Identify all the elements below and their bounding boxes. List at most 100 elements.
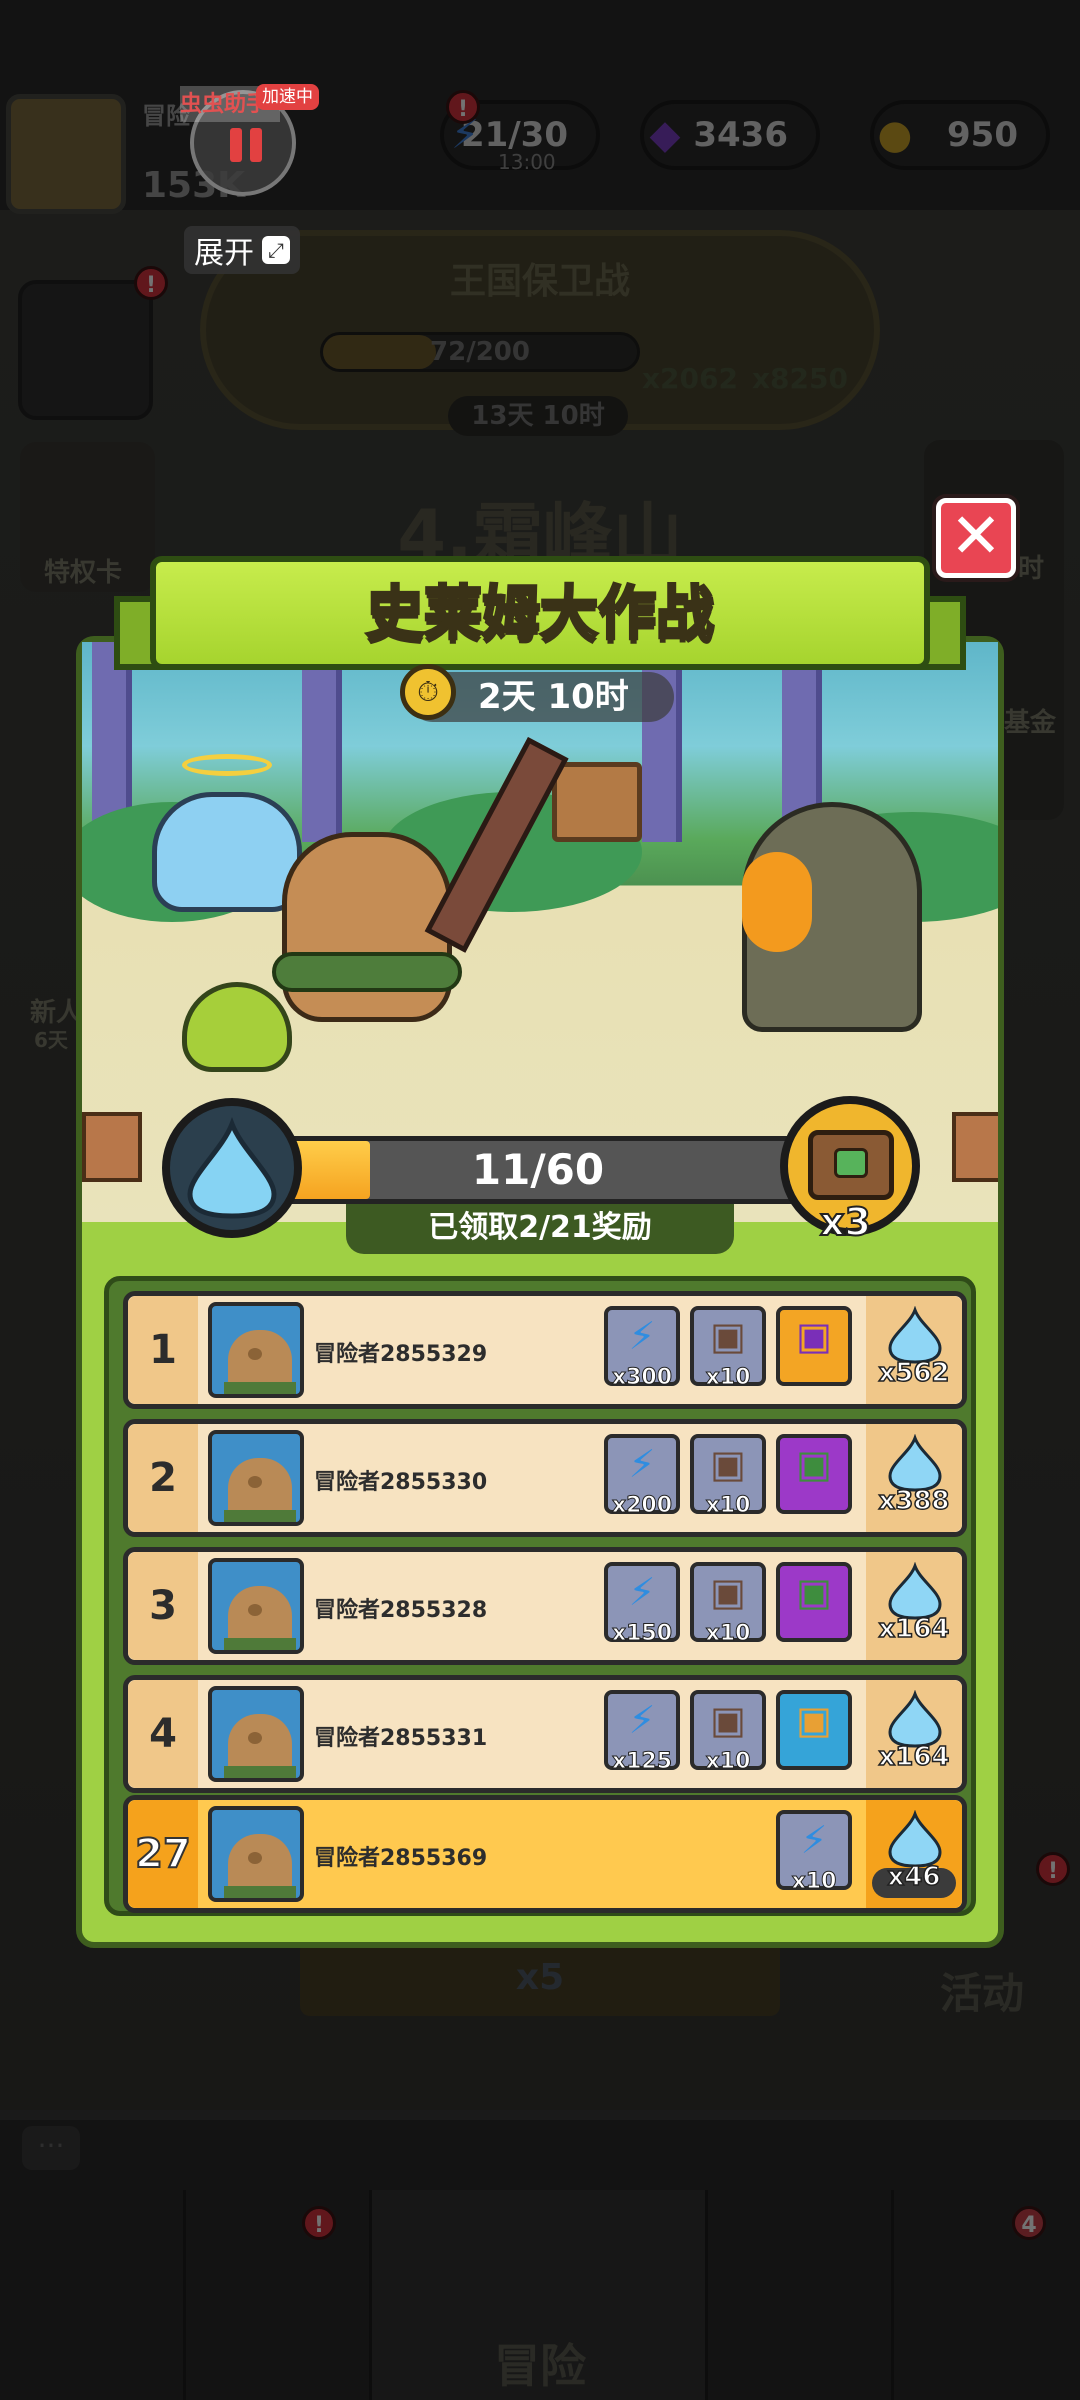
rank-number: 27 <box>128 1800 198 1908</box>
reward-quantity: x10 <box>705 1621 751 1647</box>
lightning-icon: ⚡ <box>628 1442 656 1486</box>
close-button[interactable]: ✕ <box>936 498 1016 578</box>
score-value: x562 <box>878 1357 951 1389</box>
reward-chest-grey[interactable]: ▣ x10 <box>690 1434 766 1519</box>
gem-counter[interactable]: ◆ 3436 <box>640 100 820 170</box>
coin-value: 950 <box>947 115 1018 155</box>
chest-icon: ▣ <box>796 1570 832 1614</box>
adventure-label: 冒险 <box>494 2339 586 2393</box>
player-avatar[interactable] <box>6 94 126 214</box>
score-value: x46 <box>887 1861 941 1893</box>
reward-quantity: x10 <box>791 1869 837 1895</box>
chest-icon: ▣ <box>710 1314 746 1358</box>
leaderboard-list[interactable]: 1 冒险者2855329 ⚡ x300 ▣ x10 ▣ x562 2 冒险者2855330 ⚡ x20… <box>104 1276 976 1916</box>
score-value: x164 <box>878 1613 951 1645</box>
close-icon: ✕ <box>950 499 1002 572</box>
coin-counter[interactable]: ● 950 <box>870 100 1050 170</box>
reward-quantity: x10 <box>705 1493 751 1519</box>
fund-label: 基金 <box>1004 708 1057 738</box>
reward-chest-purple[interactable]: ▣ <box>776 1434 852 1514</box>
kingdom-progress-fill <box>323 335 437 369</box>
chest-icon: ▣ <box>710 1698 746 1742</box>
reward-chest-purple[interactable]: ▣ <box>776 1562 852 1642</box>
lightning-icon: ⚡ <box>628 1314 656 1358</box>
kingdom-reward-b: x8250 <box>752 362 848 395</box>
menu-alert-badge: ! <box>134 266 168 300</box>
slime-drop-icon <box>888 1562 942 1620</box>
player-avatar[interactable] <box>208 1806 304 1902</box>
reward-quantity: x150 <box>611 1621 673 1647</box>
chest-icon: ▣ <box>796 1314 832 1358</box>
reward-chest-orange[interactable]: ▣ <box>776 1306 852 1386</box>
lightning-icon: ⚡ <box>628 1570 656 1614</box>
activity-label[interactable]: 活动 <box>940 1960 1024 2021</box>
gem-icon: ◆ <box>649 112 681 158</box>
wooden-crate <box>552 762 642 842</box>
slime-score: x562 <box>866 1296 962 1404</box>
event-title: 史莱姆大作战 <box>364 578 715 649</box>
player-name: 冒险者2855329 <box>314 1342 488 1367</box>
reward-energy[interactable]: ⚡ x200 <box>604 1434 680 1519</box>
kingdom-time-left: 13天 10时 <box>448 396 628 436</box>
player-name: 冒险者2855328 <box>314 1598 488 1623</box>
event-progress-bar: 11/60 <box>268 1136 808 1204</box>
leaderboard-row[interactable]: 4 冒险者2855331 ⚡ x125 ▣ x10 ▣ x164 <box>123 1675 967 1793</box>
my-rank-row[interactable]: 27 冒险者2855369 ⚡ x10 x46 <box>123 1795 967 1913</box>
player-avatar[interactable] <box>208 1558 304 1654</box>
player-avatar[interactable] <box>208 1430 304 1526</box>
reward-chest-blue[interactable]: ▣ <box>776 1690 852 1770</box>
chest-icon: ▣ <box>710 1570 746 1614</box>
slime-score: x164 <box>866 1680 962 1788</box>
reward-chest-grey[interactable]: ▣ x10 <box>690 1562 766 1647</box>
expand-button[interactable]: 展开 ⤢ <box>184 226 300 274</box>
rogue-orange-hair <box>742 852 812 952</box>
slime-score: x388 <box>866 1424 962 1532</box>
energy-refill-time: 13:00 <box>498 150 556 174</box>
green-scarf <box>272 952 462 992</box>
slime-score: x46 <box>866 1800 962 1908</box>
fence-post <box>82 1112 142 1182</box>
reward-chest-grey[interactable]: ▣ x10 <box>690 1306 766 1391</box>
chest-count-badge: 4 <box>1012 2206 1046 2240</box>
play-cost: x5 <box>515 1957 565 1998</box>
slime-drop-icon <box>888 1690 942 1748</box>
chat-icon[interactable]: ··· <box>22 2126 80 2170</box>
angel-slime-character <box>152 792 302 912</box>
menu-button[interactable] <box>18 280 153 420</box>
reward-energy[interactable]: ⚡ x150 <box>604 1562 680 1647</box>
rank-number: 3 <box>128 1552 198 1660</box>
blue-slime-drop-icon <box>162 1098 302 1238</box>
chest-icon: ▣ <box>796 1698 832 1742</box>
reward-energy[interactable]: ⚡ x125 <box>604 1690 680 1775</box>
leaderboard-row[interactable]: 2 冒险者2855330 ⚡ x200 ▣ x10 ▣ x388 <box>123 1419 967 1537</box>
reward-energy[interactable]: ⚡ x10 <box>776 1810 852 1895</box>
claimed-rewards-text: 已领取2/21奖励 <box>346 1204 734 1254</box>
coin-icon: ● <box>877 112 913 158</box>
game-screen: { "hud": { "player_name_short": "冒险", "p… <box>0 0 1080 2400</box>
slime-score: x164 <box>866 1552 962 1660</box>
rank-number: 4 <box>128 1680 198 1788</box>
activity-alert-badge: ! <box>1036 1852 1070 1886</box>
score-value: x164 <box>878 1741 951 1773</box>
reward-energy[interactable]: ⚡ x300 <box>604 1306 680 1391</box>
fence-post <box>952 1112 998 1182</box>
player-avatar[interactable] <box>208 1302 304 1398</box>
score-value: x388 <box>878 1485 951 1517</box>
reward-quantity: x200 <box>611 1493 673 1519</box>
lightning-icon: ⚡ <box>800 1818 828 1862</box>
reward-chest-grey[interactable]: ▣ x10 <box>690 1690 766 1775</box>
kingdom-progress-bar: 72/200 <box>320 332 640 372</box>
slime-drop-icon <box>888 1810 942 1868</box>
equipment-alert-badge: ! <box>302 2206 336 2240</box>
bottom-play-button[interactable]: x5 <box>300 1940 780 2016</box>
halo <box>182 754 272 776</box>
kingdom-progress-text: 72/200 <box>430 337 530 367</box>
expand-label: 展开 <box>194 236 254 271</box>
reward-quantity: x10 <box>705 1749 751 1775</box>
new-player-days: 6天 <box>34 1028 68 1052</box>
accelerator-status-tag: 加速中 <box>256 84 319 110</box>
leaderboard-row[interactable]: 1 冒险者2855329 ⚡ x300 ▣ x10 ▣ x562 <box>123 1291 967 1409</box>
player-avatar[interactable] <box>208 1686 304 1782</box>
reward-quantity: x10 <box>705 1365 751 1391</box>
leaderboard-row[interactable]: 3 冒险者2855328 ⚡ x150 ▣ x10 ▣ x164 <box>123 1547 967 1665</box>
